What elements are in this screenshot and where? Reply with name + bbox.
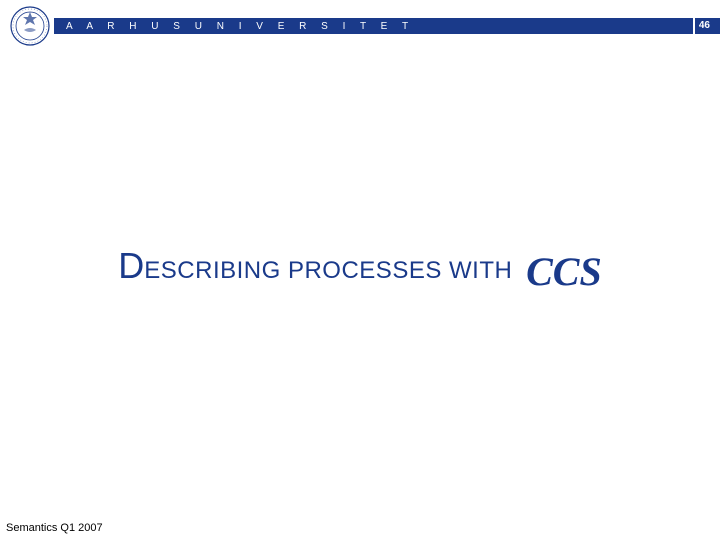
title-leading-cap: D (118, 245, 144, 286)
title-rest: ESCRIBING PROCESSES WITH (144, 257, 512, 284)
slide-title: DESCRIBING PROCESSES WITH CCS (118, 245, 601, 294)
footer-text: Semantics Q1 2007 (6, 522, 103, 534)
content-area: DESCRIBING PROCESSES WITH CCS (0, 0, 720, 540)
slide: A A R H U S U N I V E R S I T E T 46 DES… (0, 0, 720, 540)
title-ccs: CCS (526, 249, 602, 294)
